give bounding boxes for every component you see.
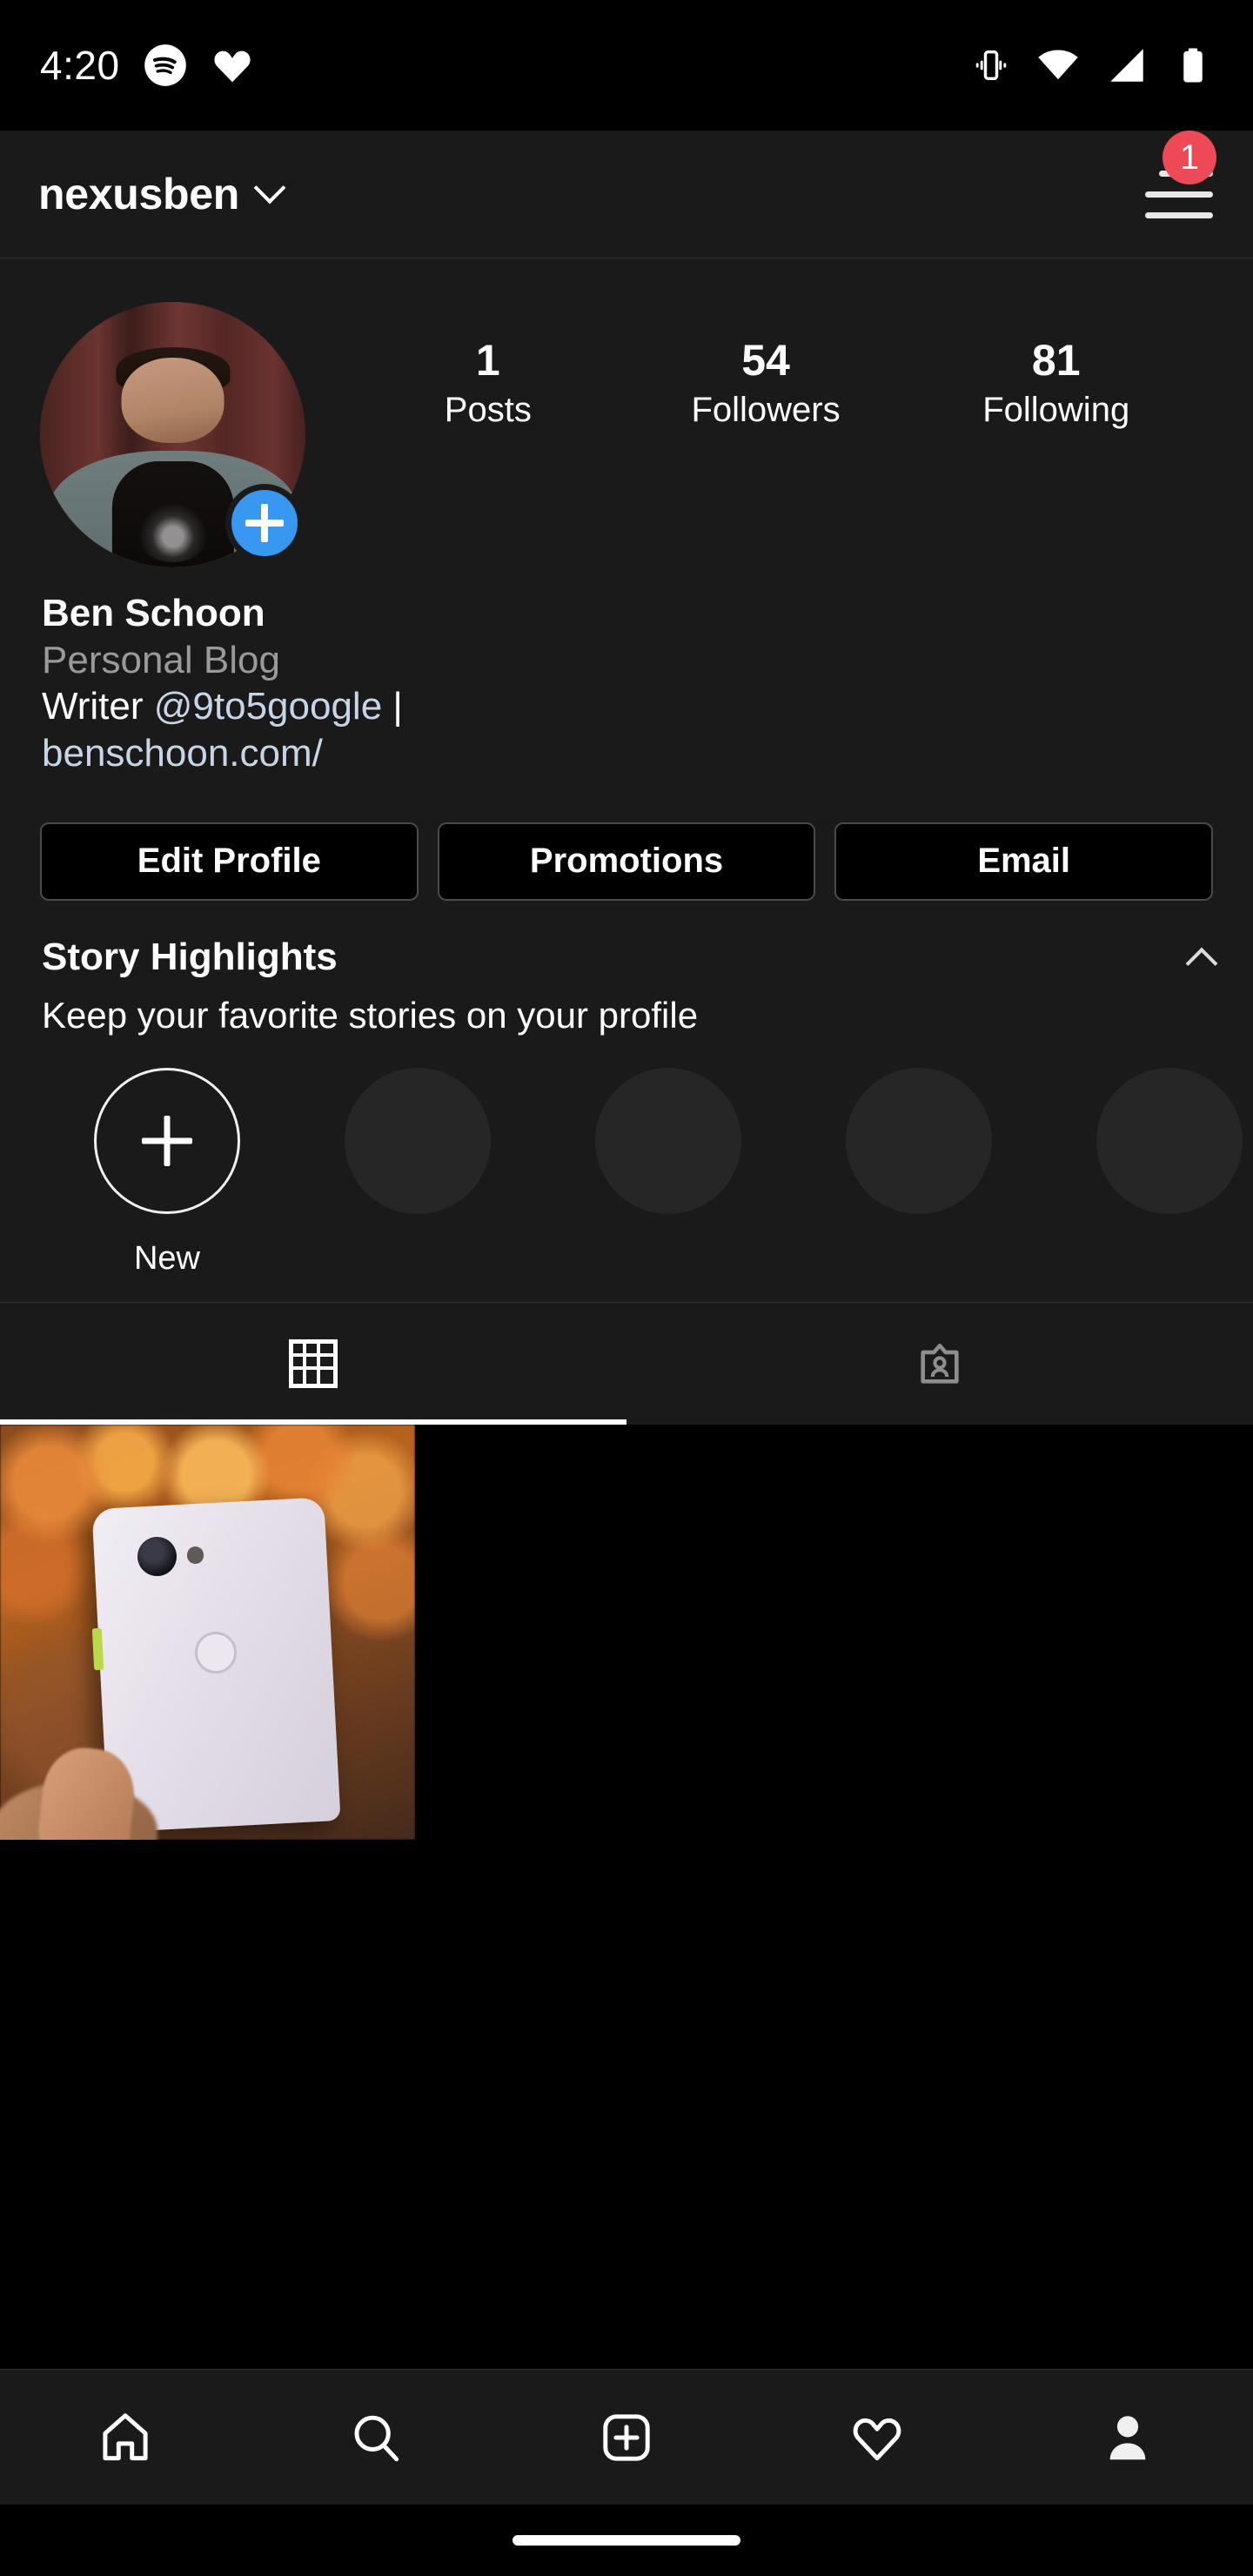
highlight-new-label: New [133, 1239, 201, 1277]
home-icon [103, 2412, 148, 2460]
account-category: Personal Blog [42, 638, 280, 681]
heart-icon [213, 50, 251, 83]
promotions-button[interactable]: Promotions [437, 822, 816, 901]
highlight-placeholder [543, 1067, 794, 1214]
highlight-placeholder-circle [846, 1067, 992, 1214]
stat-posts[interactable]: 1 Posts [427, 339, 549, 427]
plus-icon[interactable] [94, 1067, 240, 1214]
avatar-face [121, 358, 224, 443]
menu-line-2 [1145, 191, 1213, 198]
story-highlights-subtitle: Keep your favorite stories on your profi… [42, 994, 699, 1036]
clock: 4:20 [40, 43, 120, 88]
nav-search[interactable] [251, 2370, 501, 2505]
stat-followers[interactable]: 54 Followers [691, 339, 840, 427]
story-highlights-title: Story Highlights [42, 935, 338, 978]
profile-tabs [0, 1301, 1253, 1425]
vibrate-icon [975, 50, 1007, 81]
stat-following[interactable]: 81 Following [982, 339, 1129, 427]
menu-line-3 [1145, 211, 1213, 218]
profile-actions: Edit Profile Promotions Email [0, 777, 1253, 901]
chevron-down-icon [253, 171, 286, 205]
story-highlights-header: Story Highlights [0, 901, 1253, 980]
chevron-up-icon[interactable] [1185, 947, 1218, 980]
post-empty-slot [837, 1424, 1253, 1841]
highlight-placeholder [794, 1067, 1044, 1214]
hamburger-menu-icon[interactable]: 1 [1126, 131, 1216, 233]
status-bar: 4:20 [0, 0, 1253, 131]
battery-icon [1183, 48, 1203, 83]
email-button[interactable]: Email [834, 822, 1214, 901]
profile-summary: 1 Posts 54 Followers 81 Following [0, 258, 1253, 567]
nav-home[interactable] [0, 2370, 251, 2505]
home-indicator-bar [0, 2505, 1253, 2576]
username-switcher[interactable]: nexusben [38, 169, 286, 219]
bio-website-link[interactable]: benschoon.com/ [42, 732, 323, 775]
person-icon [1109, 2415, 1146, 2459]
home-indicator[interactable] [513, 2535, 740, 2546]
bio-text: Writer @9to5google | benschoon.com/ [42, 683, 607, 776]
status-bar-right [971, 43, 1213, 88]
highlight-placeholder [1044, 1067, 1253, 1214]
posts-grid [0, 1424, 1253, 2369]
heart-icon [853, 2418, 901, 2460]
nav-add-post[interactable] [501, 2370, 752, 2505]
stats-row: 1 Posts 54 Followers 81 Following [305, 302, 1213, 427]
post-thumbnail[interactable] [0, 1424, 416, 1841]
avatar-container[interactable] [40, 302, 305, 567]
notification-badge: 1 [1163, 131, 1216, 184]
highlight-placeholder-circle [345, 1067, 491, 1214]
full-name: Ben Schoon [42, 592, 265, 634]
posts-label: Posts [444, 391, 532, 429]
nav-activity[interactable] [752, 2370, 1002, 2505]
story-highlights-row[interactable]: New [0, 1036, 1253, 1278]
tab-grid[interactable] [0, 1303, 626, 1425]
bio-mention-link[interactable]: @9to5google [154, 685, 382, 728]
bio-section: Ben Schoon Personal Blog Writer @9to5goo… [0, 567, 1253, 777]
bottom-navigation [0, 2369, 1253, 2505]
grid-icon [289, 1338, 338, 1388]
highlight-new[interactable]: New [42, 1067, 292, 1278]
bio-separator: | [382, 685, 403, 728]
nav-profile[interactable] [1002, 2370, 1253, 2505]
status-bar-left: 4:20 [40, 42, 254, 89]
highlight-placeholder-circle [595, 1067, 741, 1214]
post-phone-flash [186, 1546, 204, 1564]
tab-tagged[interactable] [626, 1303, 1253, 1425]
tagged-person-icon [921, 1343, 959, 1384]
highlight-placeholder [292, 1067, 543, 1214]
wifi-icon [1038, 50, 1078, 80]
spotify-icon [144, 44, 186, 86]
instagram-profile-screen: 4:20 nexusben 1 1 Posts 54 Followers 81 … [0, 0, 1253, 2576]
bio-prefix: Writer [42, 685, 154, 728]
followers-label: Followers [691, 391, 841, 429]
cellular-signal-icon [1110, 49, 1143, 82]
followers-count: 54 [741, 336, 790, 385]
highlight-placeholder-circle [1096, 1067, 1243, 1214]
following-label: Following [982, 391, 1130, 429]
add-square-icon [603, 2413, 650, 2461]
posts-count: 1 [475, 336, 500, 385]
avatar-shirt-print [132, 498, 213, 562]
post-empty-slot [419, 1424, 834, 1841]
username-label: nexusben [38, 170, 239, 218]
profile-header: nexusben 1 [0, 131, 1253, 258]
following-count: 81 [1031, 336, 1081, 385]
add-story-button[interactable] [225, 484, 304, 562]
search-icon [354, 2415, 399, 2461]
edit-profile-button[interactable]: Edit Profile [40, 822, 419, 901]
